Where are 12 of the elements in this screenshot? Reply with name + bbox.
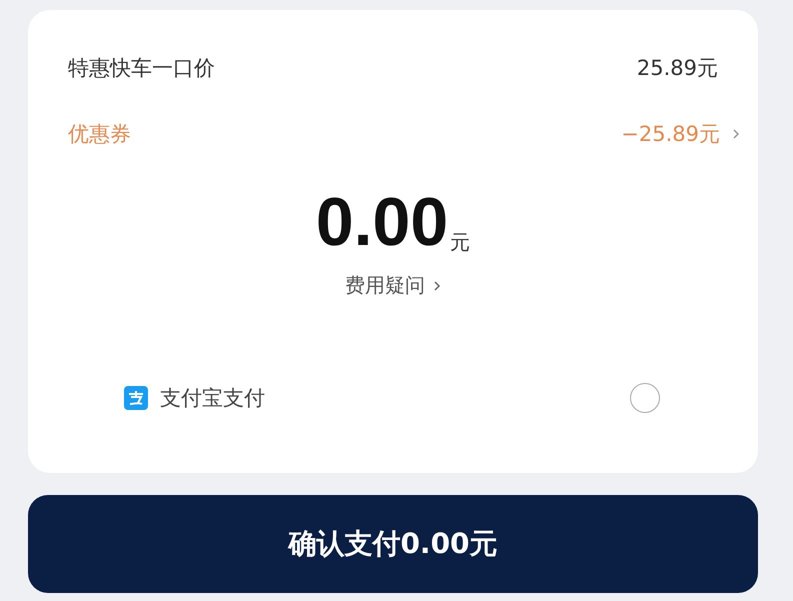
chevron-icon[interactable]	[433, 280, 441, 292]
payment-app-icon	[124, 386, 148, 410]
fare-label: 特惠快车一口价	[68, 55, 215, 82]
total-unit: 元	[450, 229, 470, 256]
total-amount: 0.00	[316, 188, 448, 256]
chevron-icon[interactable]	[732, 128, 740, 140]
fare-value: 25.89元	[636, 55, 718, 82]
confirm-pay-button[interactable]: 确认支付0.00元	[28, 495, 758, 593]
coupon-label: 优惠券	[68, 121, 131, 148]
payment-method-label[interactable]: 支付宝支付	[160, 384, 618, 412]
fee-question-link[interactable]: 费用疑问	[345, 272, 425, 299]
radio-button[interactable]	[630, 383, 660, 413]
